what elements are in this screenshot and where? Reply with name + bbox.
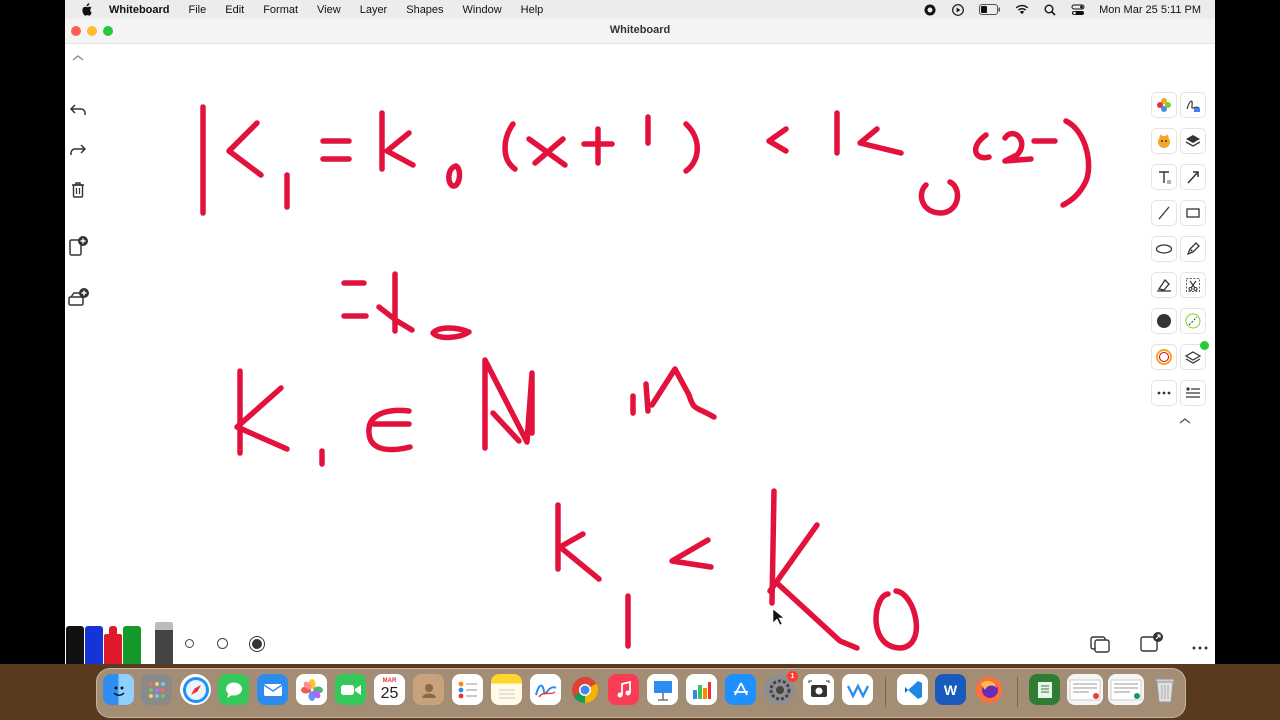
medium-stroke-size[interactable] <box>217 638 228 649</box>
undo-icon[interactable] <box>65 97 91 123</box>
dock-separator-2 <box>1017 677 1018 707</box>
photos-icon[interactable] <box>296 674 327 705</box>
menu-help[interactable]: Help <box>521 4 544 16</box>
photos-tool-icon[interactable] <box>1151 92 1177 118</box>
arrange-layers-tool-icon[interactable] <box>1180 341 1209 370</box>
properties-tool-icon[interactable] <box>1180 380 1206 406</box>
left-letterbox <box>0 0 65 720</box>
messages-icon[interactable] <box>218 674 249 705</box>
blue-marker[interactable] <box>85 626 103 664</box>
trash-icon[interactable] <box>65 177 91 203</box>
launchpad-icon[interactable] <box>141 674 172 705</box>
trash-can-icon[interactable] <box>1149 674 1180 705</box>
screen-record-icon[interactable] <box>923 4 937 16</box>
menu-format[interactable]: Format <box>263 4 298 16</box>
app-menu[interactable]: Whiteboard <box>109 4 170 16</box>
title-bar: Whiteboard <box>65 19 1215 44</box>
right-letterbox <box>1215 0 1280 720</box>
whiteboard-app-icon[interactable] <box>842 674 873 705</box>
menu-shapes[interactable]: Shapes <box>406 4 443 16</box>
sticker-tool-icon[interactable] <box>1151 128 1177 154</box>
recent-document-2-icon[interactable] <box>1108 674 1144 705</box>
reminders-icon[interactable] <box>452 674 483 705</box>
menu-view[interactable]: View <box>317 4 341 16</box>
menu-window[interactable]: Window <box>463 4 502 16</box>
word-letter: W <box>943 681 958 698</box>
rectangle-tool-icon[interactable] <box>1180 200 1206 226</box>
dock-separator <box>885 677 886 707</box>
handwriting-ink <box>200 104 1092 651</box>
recent-document-1-icon[interactable] <box>1067 674 1103 705</box>
add-page-icon[interactable] <box>65 233 91 259</box>
menu-file[interactable]: File <box>189 4 207 16</box>
whiteboard-canvas[interactable] <box>65 43 1215 664</box>
facetime-icon[interactable] <box>335 674 366 705</box>
play-icon[interactable] <box>951 3 965 16</box>
word-icon[interactable]: W <box>935 674 966 705</box>
cursor-icon <box>772 608 785 626</box>
apple-icon[interactable] <box>81 3 95 16</box>
mail-icon[interactable] <box>257 674 288 705</box>
red-marker[interactable] <box>104 626 122 664</box>
menu-bar: Whiteboard File Edit Format View Layer S… <box>65 0 1215 19</box>
layers-tool-icon[interactable] <box>1180 128 1206 154</box>
line-tool-icon[interactable] <box>1151 200 1177 226</box>
numbers-icon[interactable] <box>686 674 717 705</box>
arrow-tool-icon[interactable] <box>1180 164 1206 190</box>
app-store-icon[interactable] <box>725 674 756 705</box>
calendar-month: MAR <box>382 677 397 684</box>
calendar-day: 25 <box>380 684 399 702</box>
fill-color-tool-icon[interactable] <box>1151 308 1177 334</box>
dock: MAR 25 1 W <box>96 668 1186 718</box>
chrome-icon[interactable] <box>569 674 600 705</box>
menu-layer[interactable]: Layer <box>360 4 388 16</box>
safari-icon[interactable] <box>180 674 211 705</box>
pages-overview-icon[interactable] <box>1089 634 1113 654</box>
marker-palette <box>65 622 265 664</box>
system-settings-icon[interactable]: 1 <box>764 671 798 705</box>
more-tools-icon[interactable] <box>1151 380 1177 406</box>
green-marker[interactable] <box>123 626 141 664</box>
color-wheel-tool-icon[interactable] <box>1151 344 1177 370</box>
small-stroke-size[interactable] <box>185 639 194 648</box>
collapse-toolbox-icon[interactable] <box>1178 412 1204 426</box>
redo-icon[interactable] <box>65 137 91 163</box>
freeform-icon[interactable] <box>530 674 561 705</box>
wifi-icon[interactable] <box>1015 4 1029 16</box>
add-board-icon[interactable] <box>65 285 91 311</box>
black-marker[interactable] <box>66 626 84 664</box>
text-tool-icon[interactable] <box>1151 164 1177 190</box>
finder-icon[interactable] <box>103 674 134 705</box>
firefox-icon[interactable] <box>973 674 1004 705</box>
more-options-icon[interactable] <box>1191 639 1209 650</box>
menu-edit[interactable]: Edit <box>225 4 244 16</box>
notes-icon[interactable] <box>491 674 522 705</box>
eraser-tool[interactable] <box>155 622 173 664</box>
ellipse-tool-icon[interactable] <box>1151 236 1177 262</box>
check-badge-icon <box>1200 341 1209 350</box>
highlighter-tool-icon[interactable] <box>1151 272 1177 298</box>
collapse-chevron-icon[interactable] <box>65 45 91 71</box>
vscode-icon[interactable] <box>897 674 928 705</box>
contacts-icon[interactable] <box>413 674 444 705</box>
signature-tool-icon[interactable] <box>1180 92 1206 118</box>
menubar-clock[interactable]: Mon Mar 25 5:11 PM <box>1099 4 1201 16</box>
scissors-tool-icon[interactable] <box>1180 272 1206 298</box>
share-icon[interactable] <box>1139 631 1165 653</box>
large-stroke-size[interactable] <box>249 636 265 652</box>
keynote-icon[interactable] <box>647 674 678 705</box>
search-icon[interactable] <box>1043 4 1057 16</box>
window-title: Whiteboard <box>609 24 671 36</box>
screenshot-icon[interactable] <box>803 674 834 705</box>
whiteboard-window: Whiteboard <box>65 19 1215 664</box>
settings-badge: 1 <box>787 671 798 682</box>
control-center-icon[interactable] <box>1071 4 1085 16</box>
pen-tool-icon[interactable] <box>1180 236 1206 262</box>
battery-icon[interactable] <box>979 4 1001 16</box>
stroke-style-tool-icon[interactable] <box>1180 308 1206 334</box>
download-folder-icon[interactable] <box>1029 674 1060 705</box>
music-icon[interactable] <box>608 674 639 705</box>
calendar-icon[interactable]: MAR 25 <box>374 674 405 705</box>
